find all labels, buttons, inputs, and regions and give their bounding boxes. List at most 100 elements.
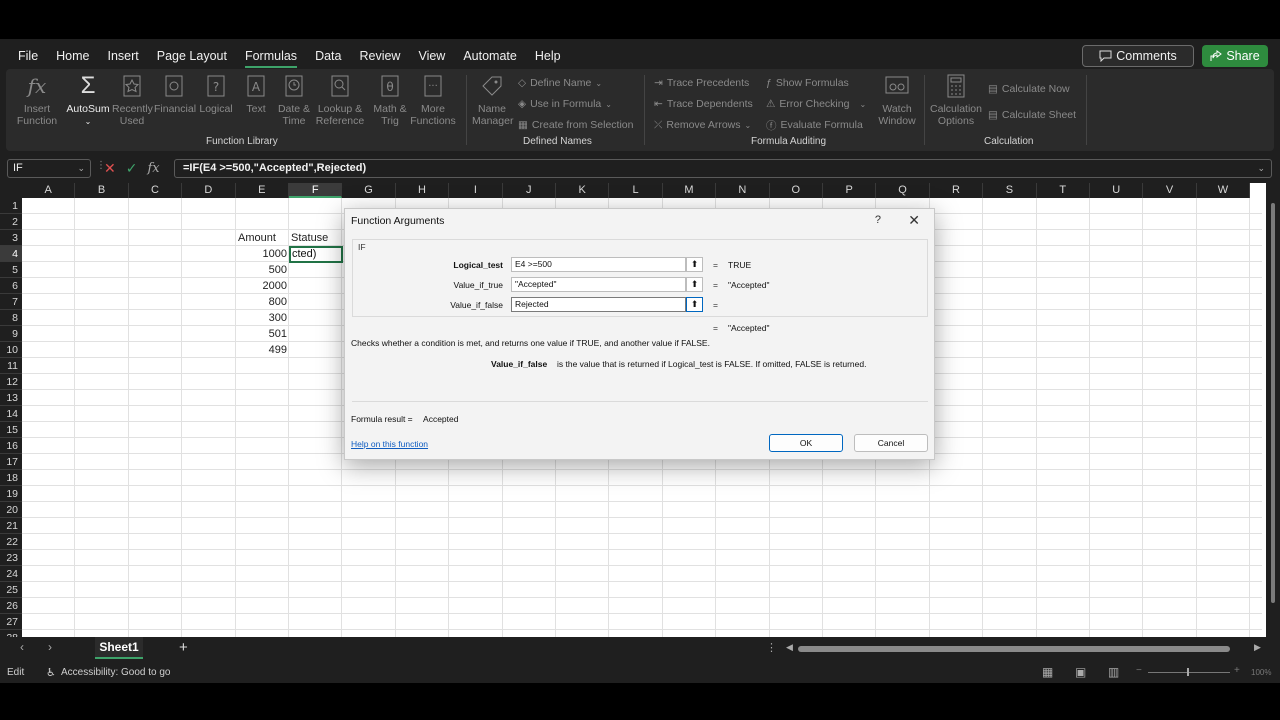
- ok-button[interactable]: OK: [769, 434, 843, 452]
- watch-window-button[interactable]: Watch Window: [878, 73, 916, 127]
- row-header-20[interactable]: 20: [0, 502, 22, 518]
- menu-review[interactable]: Review: [350, 39, 409, 69]
- calculate-now-button[interactable]: ▤ Calculate Now: [988, 81, 1070, 97]
- zoom-level[interactable]: 100%: [1251, 668, 1271, 677]
- row-header-27[interactable]: 27: [0, 614, 22, 630]
- more-functions-button[interactable]: ··· More Functions: [410, 73, 456, 127]
- value-if-false-input[interactable]: Rejected: [511, 297, 686, 312]
- row-header-23[interactable]: 23: [0, 550, 22, 566]
- trace-dependents-button[interactable]: ⇤ Trace Dependents: [654, 96, 753, 112]
- cell-e9[interactable]: 501: [236, 326, 287, 342]
- help-icon[interactable]: ?: [875, 214, 881, 226]
- column-header-q[interactable]: Q: [876, 183, 930, 198]
- insert-function-button[interactable]: fx Insert Function: [16, 73, 58, 127]
- more-options-icon[interactable]: ⋮: [766, 641, 777, 654]
- menu-data[interactable]: Data: [306, 39, 350, 69]
- page-layout-view-icon[interactable]: ▣: [1075, 665, 1086, 679]
- cell-f3[interactable]: Statuse: [291, 230, 328, 246]
- row-header-12[interactable]: 12: [0, 374, 22, 390]
- column-header-f[interactable]: F: [289, 183, 343, 198]
- row-header-11[interactable]: 11: [0, 358, 22, 374]
- row-header-22[interactable]: 22: [0, 534, 22, 550]
- column-header-c[interactable]: C: [128, 183, 183, 198]
- date-time-button[interactable]: Date & Time: [272, 73, 316, 127]
- sheet-tab-sheet1[interactable]: Sheet1: [95, 637, 143, 659]
- recently-used-button[interactable]: Recently Used: [112, 73, 153, 127]
- column-header-a[interactable]: A: [22, 183, 76, 198]
- page-break-view-icon[interactable]: ▥: [1108, 665, 1119, 679]
- row-header-14[interactable]: 14: [0, 406, 22, 422]
- evaluate-formula-button[interactable]: ⓕ Evaluate Formula: [766, 117, 863, 133]
- show-formulas-button[interactable]: ƒ Show Formulas: [766, 75, 849, 91]
- row-header-26[interactable]: 26: [0, 598, 22, 614]
- row-header-7[interactable]: 7: [0, 294, 22, 310]
- calculate-sheet-button[interactable]: ▤ Calculate Sheet: [988, 107, 1076, 123]
- row-header-9[interactable]: 9: [0, 326, 22, 342]
- column-header-m[interactable]: M: [662, 183, 717, 198]
- cell-e7[interactable]: 800: [236, 294, 287, 310]
- column-header-w[interactable]: W: [1196, 183, 1251, 198]
- zoom-out-icon[interactable]: −: [1136, 665, 1142, 676]
- column-header-t[interactable]: T: [1036, 183, 1090, 198]
- row-header-18[interactable]: 18: [0, 470, 22, 486]
- row-header-3[interactable]: 3: [0, 230, 22, 246]
- row-header-28[interactable]: 28: [0, 630, 22, 637]
- logical-button[interactable]: ? Logical: [196, 73, 236, 115]
- use-in-formula-button[interactable]: ◈ Use in Formula ⌄: [518, 96, 612, 112]
- scroll-left-icon[interactable]: ◀: [786, 642, 793, 653]
- cell-e6[interactable]: 2000: [236, 278, 287, 294]
- math-trig-button[interactable]: θ Math & Trig: [368, 73, 412, 127]
- row-header-25[interactable]: 25: [0, 582, 22, 598]
- enter-icon[interactable]: ✓: [126, 160, 138, 177]
- menu-home[interactable]: Home: [47, 39, 98, 69]
- column-header-j[interactable]: J: [502, 183, 556, 198]
- calculation-options-button[interactable]: Calculation Options: [928, 73, 984, 127]
- column-header-e[interactable]: E: [235, 183, 289, 198]
- menu-page-layout[interactable]: Page Layout: [148, 39, 236, 69]
- column-header-l[interactable]: L: [609, 183, 663, 198]
- column-header-i[interactable]: I: [449, 183, 503, 198]
- name-manager-button[interactable]: Name Manager: [472, 73, 513, 127]
- row-header-2[interactable]: 2: [0, 214, 22, 230]
- financial-button[interactable]: Financial: [154, 73, 196, 115]
- row-header-24[interactable]: 24: [0, 566, 22, 582]
- column-header-s[interactable]: S: [983, 183, 1037, 198]
- cancel-icon[interactable]: ✕: [104, 160, 116, 177]
- close-icon[interactable]: ✕: [908, 212, 920, 229]
- cell-e10[interactable]: 499: [236, 342, 287, 358]
- chevron-left-icon[interactable]: ‹: [20, 640, 24, 654]
- column-header-b[interactable]: B: [75, 183, 129, 198]
- logical-test-input[interactable]: E4 >=500: [511, 257, 686, 272]
- vertical-scrollbar[interactable]: [1266, 183, 1280, 637]
- normal-view-icon[interactable]: ▦: [1042, 665, 1053, 679]
- formula-input[interactable]: =IF(E4 >=500,"Accepted",Rejected) ⌄: [174, 159, 1272, 178]
- row-header-21[interactable]: 21: [0, 518, 22, 534]
- horizontal-scrollbar[interactable]: [798, 646, 1230, 652]
- cell-e5[interactable]: 500: [236, 262, 287, 278]
- accessibility-status[interactable]: Accessibility: Good to go: [61, 667, 171, 678]
- menu-file[interactable]: File: [0, 39, 47, 69]
- comments-button[interactable]: Comments: [1082, 45, 1194, 67]
- value-if-true-input[interactable]: "Accepted": [511, 277, 686, 292]
- trace-precedents-button[interactable]: ⇥ Trace Precedents: [654, 75, 749, 91]
- zoom-slider[interactable]: [1148, 672, 1230, 673]
- row-header-5[interactable]: 5: [0, 262, 22, 278]
- share-button[interactable]: Share: [1202, 45, 1268, 67]
- create-from-selection-button[interactable]: ▦ Create from Selection: [518, 117, 633, 133]
- error-checking-button[interactable]: ⚠ Error Checking ⌄: [766, 96, 866, 112]
- remove-arrows-button[interactable]: ⤫ Remove Arrows ⌄: [654, 117, 751, 133]
- cell-e8[interactable]: 300: [236, 310, 287, 326]
- menu-help[interactable]: Help: [526, 39, 570, 69]
- row-header-10[interactable]: 10: [0, 342, 22, 358]
- row-header-17[interactable]: 17: [0, 454, 22, 470]
- row-header-6[interactable]: 6: [0, 278, 22, 294]
- lookup-reference-button[interactable]: Lookup & Reference: [312, 73, 368, 127]
- scroll-right-icon[interactable]: ▶: [1254, 642, 1261, 653]
- help-on-function-link[interactable]: Help on this function: [351, 439, 428, 449]
- active-cell-f4[interactable]: cted): [289, 246, 343, 263]
- zoom-in-icon[interactable]: +: [1234, 665, 1240, 676]
- column-header-n[interactable]: N: [716, 183, 770, 198]
- autosum-button[interactable]: Σ AutoSum ⌄: [66, 73, 110, 128]
- menu-view[interactable]: View: [409, 39, 454, 69]
- column-header-g[interactable]: G: [342, 183, 396, 198]
